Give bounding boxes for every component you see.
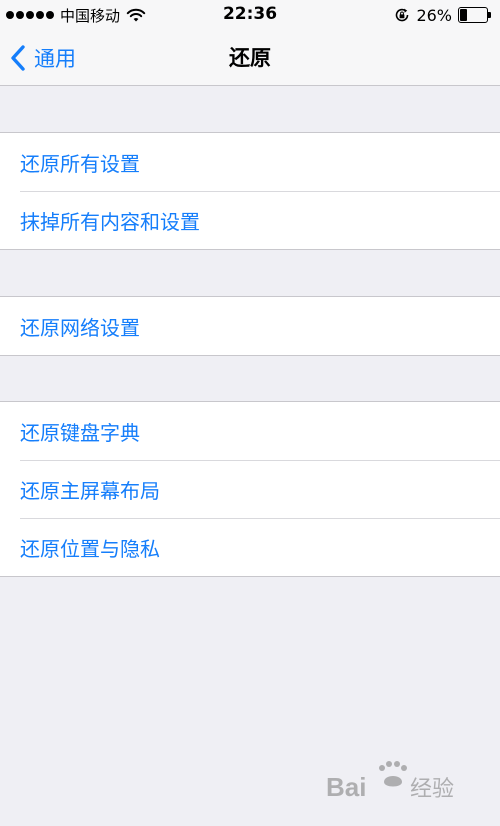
- cell-label: 还原所有设置: [20, 151, 140, 176]
- rotation-lock-icon: [396, 8, 409, 22]
- watermark-suffix: 经验: [410, 777, 454, 802]
- status-right: 26%: [394, 5, 492, 25]
- cell-label: 还原位置与隐私: [20, 536, 160, 561]
- reset-network-settings-button[interactable]: 还原网络设置: [0, 297, 500, 355]
- chevron-left-icon: [11, 45, 25, 71]
- watermark-brand: Bai: [326, 772, 366, 802]
- erase-all-content-button[interactable]: 抹掉所有内容和设置: [0, 191, 500, 249]
- back-label: 通用: [34, 47, 76, 71]
- reset-group-other: 还原键盘字典 还原主屏幕布局 还原位置与隐私: [0, 401, 500, 577]
- battery-percentage: 26%: [416, 5, 452, 25]
- reset-all-settings-button[interactable]: 还原所有设置: [0, 133, 500, 191]
- cell-label: 还原网络设置: [20, 315, 140, 340]
- reset-group-general: 还原所有设置 抹掉所有内容和设置: [0, 132, 500, 250]
- reset-keyboard-dictionary-button[interactable]: 还原键盘字典: [0, 402, 500, 460]
- back-button[interactable]: 通用: [10, 30, 76, 86]
- status-bar: 中国移动 22:36 26%: [0, 0, 500, 30]
- battery-icon: [458, 7, 492, 23]
- cell-label: 还原键盘字典: [20, 420, 140, 445]
- reset-group-network: 还原网络设置: [0, 296, 500, 356]
- cell-label: 抹掉所有内容和设置: [20, 209, 200, 234]
- cell-label: 还原主屏幕布局: [20, 478, 160, 503]
- baidu-jingyan-watermark-logo: Bai 经验: [326, 761, 454, 802]
- battery-fill: [460, 9, 467, 21]
- reset-location-privacy-button[interactable]: 还原位置与隐私: [0, 518, 500, 576]
- navigation-bar: 通用 还原: [0, 30, 500, 86]
- reset-home-screen-layout-button[interactable]: 还原主屏幕布局: [0, 460, 500, 518]
